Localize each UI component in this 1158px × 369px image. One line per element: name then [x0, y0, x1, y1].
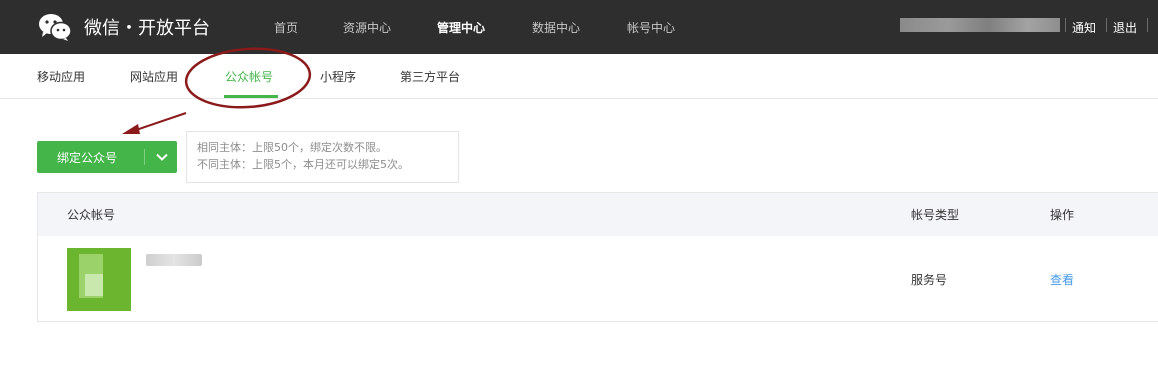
avatar-shape: [85, 274, 103, 296]
account-avatar: [67, 248, 131, 311]
top-navbar: 微信・开放平台 首页 资源中心 管理中心 数据中心 帐号中心 通知 退出: [0, 0, 1158, 54]
column-actions: 操作: [1050, 208, 1075, 222]
tab-third-party-platform[interactable]: 第三方平台: [400, 54, 460, 99]
nav-data-center[interactable]: 数据中心: [532, 0, 580, 54]
account-type-value: 服务号: [911, 272, 948, 287]
nav-account-center[interactable]: 帐号中心: [627, 0, 675, 54]
nav-home[interactable]: 首页: [274, 0, 298, 54]
nav-management-center[interactable]: 管理中心: [437, 0, 485, 54]
wechat-icon: [39, 14, 72, 41]
divider: [1065, 18, 1066, 32]
tab-official-accounts[interactable]: 公众帐号: [225, 54, 273, 99]
table-header: 公众帐号 帐号类型 操作: [38, 193, 1158, 236]
annotation-arrow-head: [122, 124, 140, 134]
bind-limit-tip: 相同主体：上限50个，绑定次数不限。 不同主体：上限5个，本月还可以绑定5次。: [186, 131, 459, 183]
divider: [1147, 18, 1148, 32]
tab-mobile-app[interactable]: 移动应用: [37, 54, 85, 99]
table-row: 服务号 查看: [38, 236, 1158, 322]
logo-text: 微信・开放平台: [84, 18, 210, 39]
tip-same-entity: 相同主体：上限50个，绑定次数不限。: [197, 141, 387, 154]
tab-mini-program[interactable]: 小程序: [320, 54, 356, 99]
username-blurred[interactable]: [900, 18, 1060, 32]
active-tab-indicator: [224, 95, 278, 98]
bind-button-label: 绑定公众号: [57, 151, 118, 165]
column-account-type: 帐号类型: [911, 208, 960, 222]
tab-website-app[interactable]: 网站应用: [130, 54, 178, 99]
notify-link[interactable]: 通知: [1072, 0, 1096, 54]
logo[interactable]: 微信・开放平台: [38, 12, 210, 42]
nav-resource-center[interactable]: 资源中心: [343, 0, 391, 54]
sub-navbar: 移动应用 网站应用 公众帐号 小程序 第三方平台: [0, 54, 1158, 99]
bind-dropdown-toggle[interactable]: [146, 141, 177, 173]
chevron-down-icon: [155, 153, 168, 161]
annotation-arrow-line: [135, 112, 187, 131]
accounts-table: 公众帐号 帐号类型 操作 服务号 查看: [37, 192, 1158, 322]
tip-different-entity: 不同主体：上限5个，本月还可以绑定5次。: [197, 158, 409, 171]
logout-link[interactable]: 退出: [1113, 0, 1137, 54]
divider: [1106, 18, 1107, 32]
column-official-account: 公众帐号: [67, 208, 116, 222]
view-link[interactable]: 查看: [1050, 236, 1074, 322]
account-name-blurred: [146, 254, 202, 266]
button-divider: [144, 149, 145, 165]
